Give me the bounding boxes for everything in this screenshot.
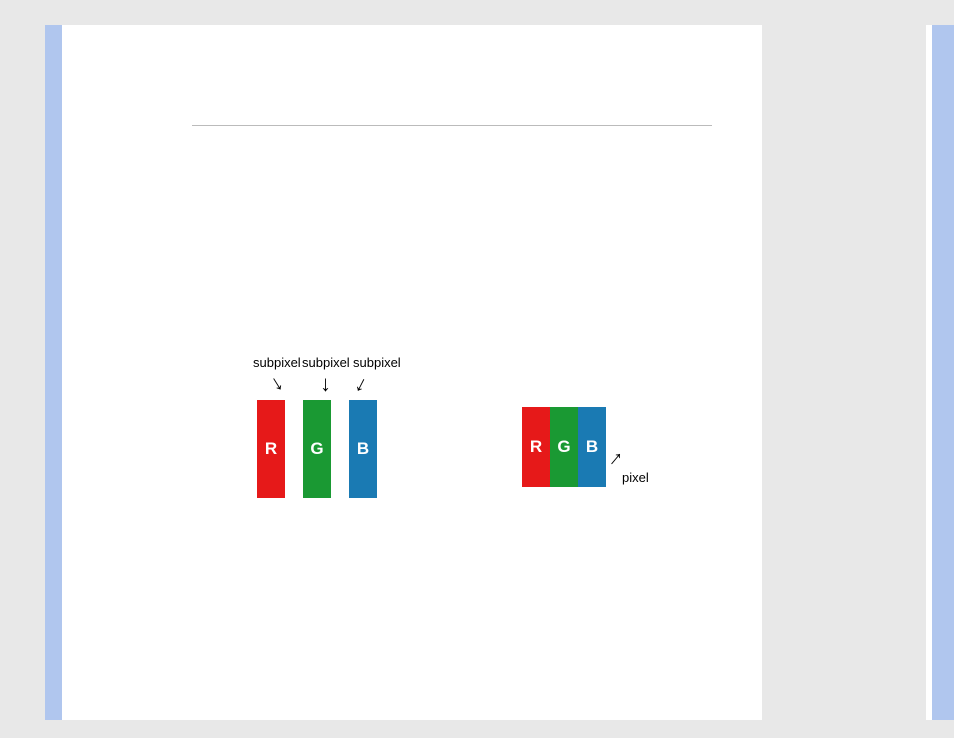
subpixel-blue: B: [349, 400, 377, 498]
pixel-red: R: [522, 407, 550, 487]
pixel-group-joined: R G B: [522, 407, 606, 487]
rgb-diagram: subpixel subpixel subpixel ↓ ↓ ↓ R G B R…: [257, 355, 737, 535]
right-margin: [762, 0, 926, 738]
subpixel-group-spread: R G B: [257, 400, 377, 498]
arrow-down-icon: ↓: [320, 373, 331, 395]
subpixel-red: R: [257, 400, 285, 498]
left-blue-bar: [45, 25, 62, 720]
pixel-green: G: [550, 407, 578, 487]
subpixel-green: G: [303, 400, 331, 498]
arrow-down-icon: ↓: [266, 371, 287, 395]
pixel-blue: B: [578, 407, 606, 487]
pixel-label: pixel: [622, 470, 649, 485]
left-margin: [0, 0, 45, 738]
horizontal-rule: [192, 125, 712, 126]
subpixel-label-3: subpixel: [353, 355, 401, 370]
right-blue-bar: [932, 25, 954, 720]
arrow-down-icon: ↓: [352, 372, 372, 397]
subpixel-label-2: subpixel: [302, 355, 350, 370]
page-content: subpixel subpixel subpixel ↓ ↓ ↓ R G B R…: [62, 25, 762, 720]
arrow-up-icon: ↑: [605, 446, 628, 470]
subpixel-label-1: subpixel: [253, 355, 301, 370]
